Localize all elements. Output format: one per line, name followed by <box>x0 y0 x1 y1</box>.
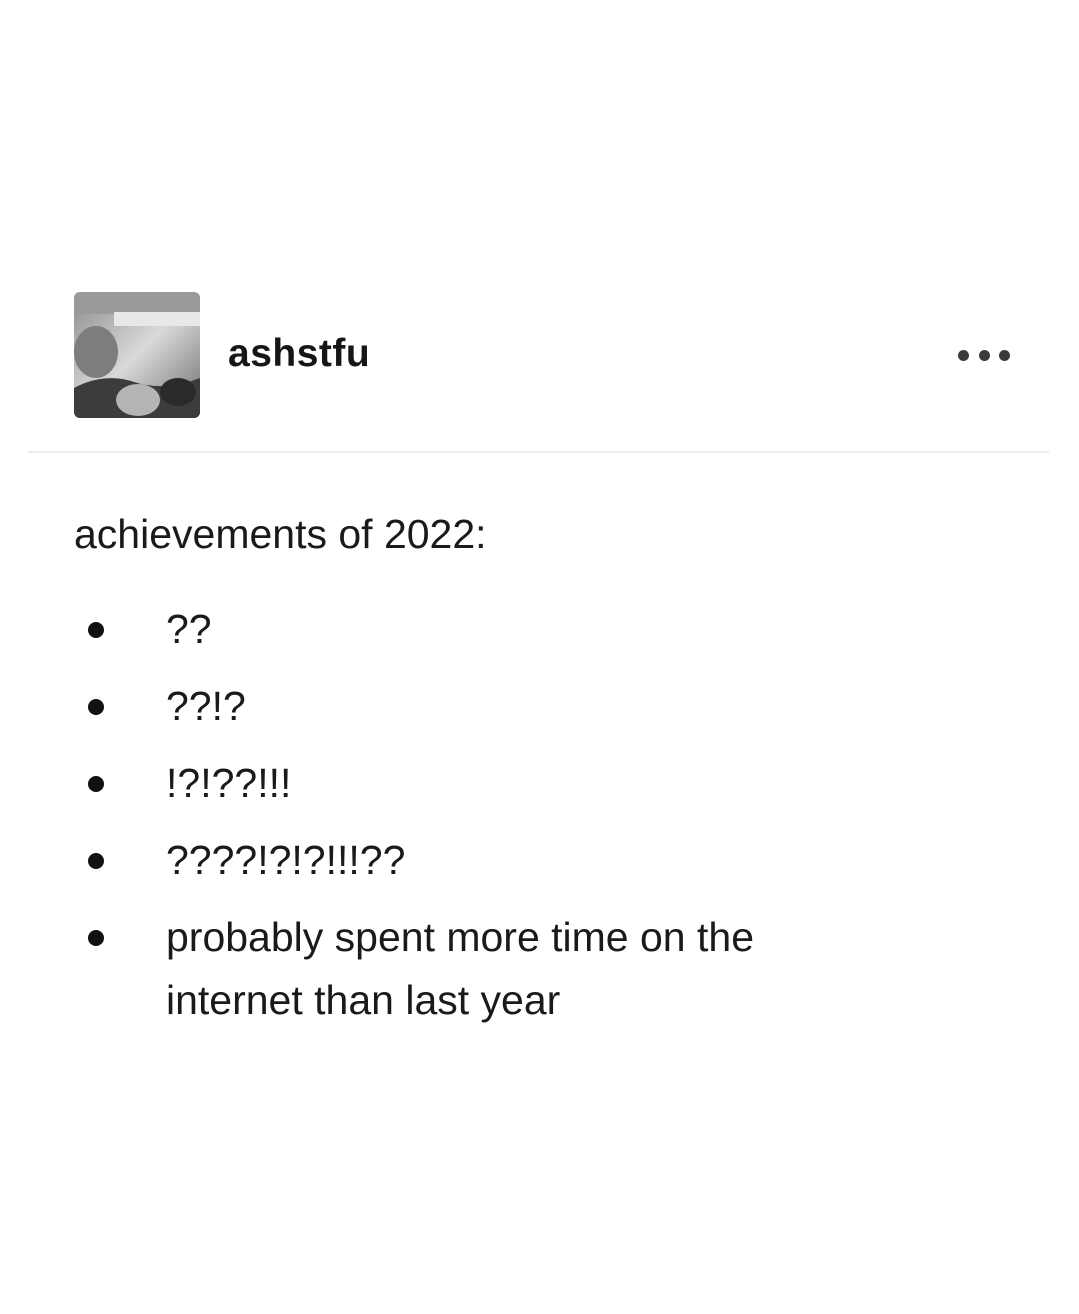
list-item-text: ??!? <box>166 683 246 729</box>
more-horizontal-icon <box>978 349 990 361</box>
list-item-text: ????!?!?!!!?? <box>166 837 406 883</box>
list-item-text: probably spent more time on the internet… <box>166 914 754 1023</box>
bullet-icon <box>88 930 104 946</box>
list-item: !?!??!!! <box>74 752 886 815</box>
achievements-list: ?? ??!? !?!??!!! ????!?!?!!!?? probably … <box>74 598 1014 1032</box>
more-horizontal-icon <box>958 349 969 361</box>
bullet-icon <box>88 853 104 869</box>
list-item: probably spent more time on the internet… <box>74 906 886 1032</box>
post-header: ashstfu <box>28 292 1049 453</box>
list-item: ??!? <box>74 675 886 738</box>
list-item: ????!?!?!!!?? <box>74 829 886 892</box>
bullet-icon <box>88 622 104 638</box>
more-options-button[interactable] <box>958 344 1010 366</box>
post-heading: achievements of 2022: <box>74 511 487 557</box>
bullet-icon <box>88 776 104 792</box>
avatar[interactable] <box>74 292 200 418</box>
list-item-text: !?!??!!! <box>166 760 292 806</box>
avatar-image <box>74 292 200 418</box>
more-horizontal-icon <box>999 349 1010 361</box>
username[interactable]: ashstfu <box>228 330 370 378</box>
bullet-icon <box>88 699 104 715</box>
list-item-text: ?? <box>166 606 212 652</box>
post-body: achievements of 2022: ?? ??!? !?!??!!! ?… <box>74 506 1014 1046</box>
list-item: ?? <box>74 598 886 661</box>
